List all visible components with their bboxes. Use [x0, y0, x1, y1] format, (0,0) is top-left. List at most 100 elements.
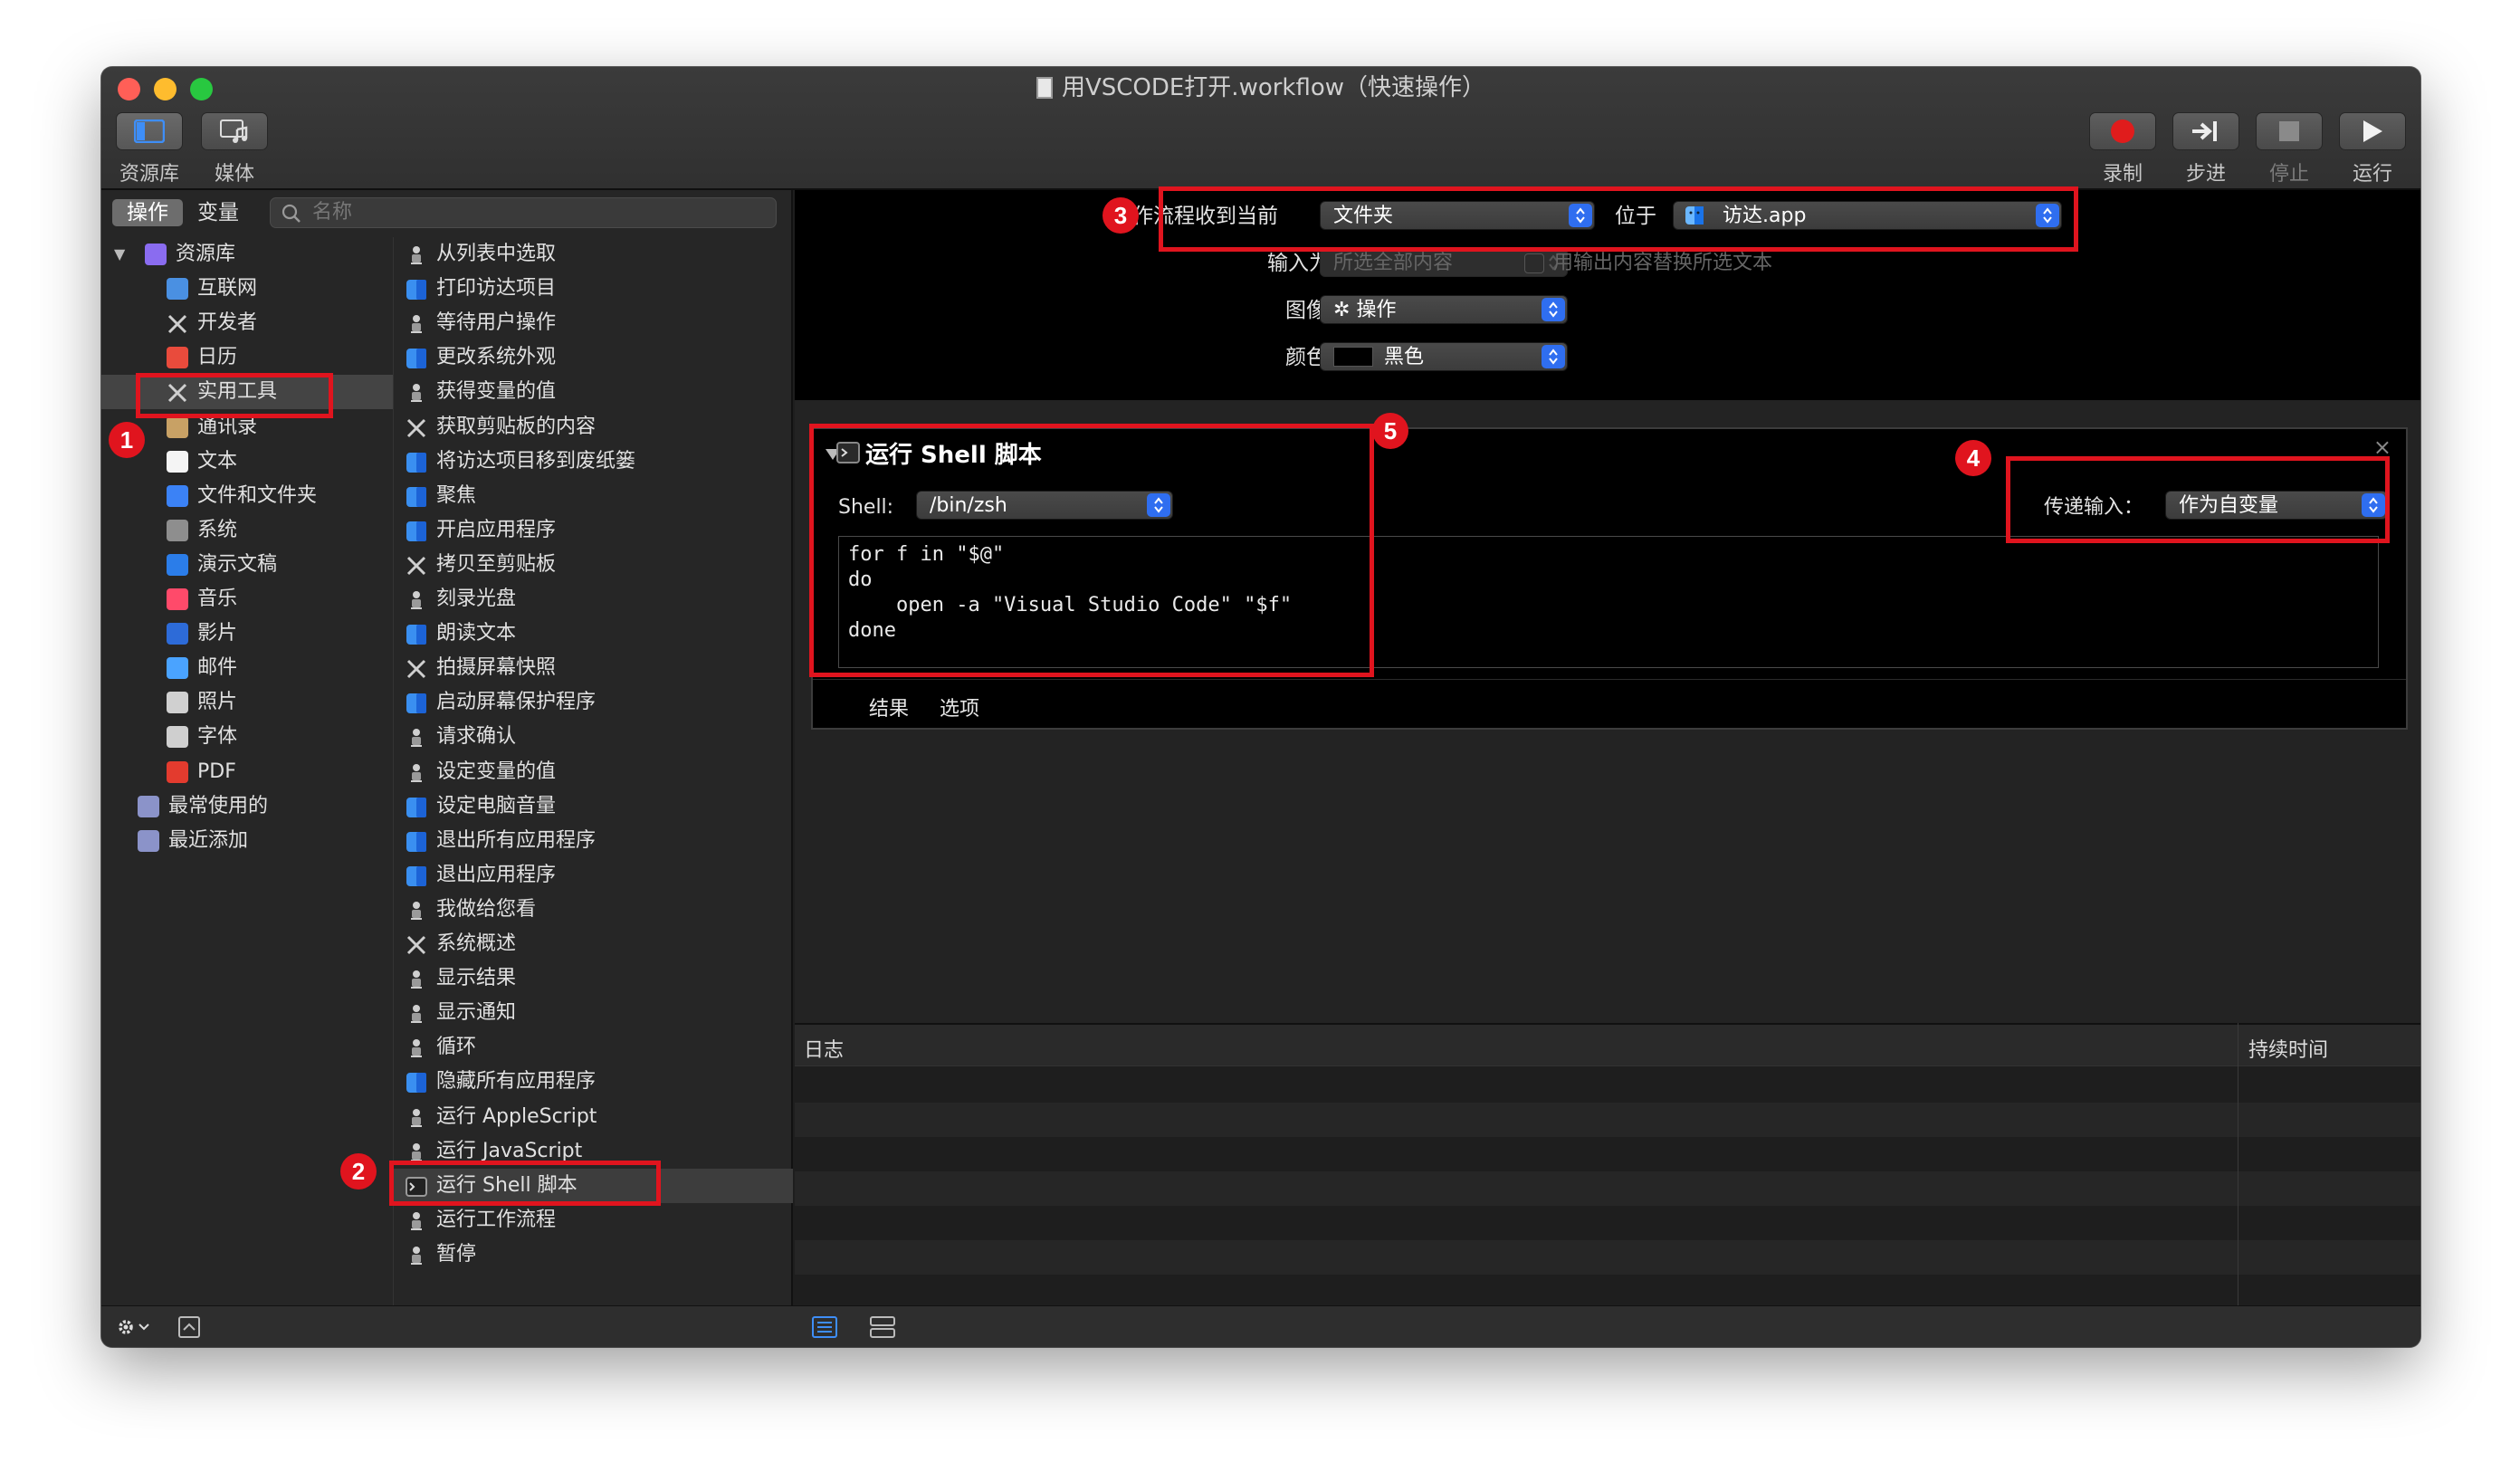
action-label: 运行工作流程 [436, 1208, 557, 1231]
action-list-item[interactable]: 从列表中选取 [393, 237, 793, 272]
action-list-item[interactable]: 聚焦 [393, 479, 793, 513]
automator-robot-icon [406, 588, 427, 610]
action-list-item[interactable]: 更改系统外观 [393, 340, 793, 375]
automator-robot-icon [406, 726, 427, 748]
action-list-item[interactable]: 暂停 [393, 1237, 793, 1272]
record-button[interactable]: 录制 [2089, 112, 2156, 186]
sidebar-item-mail[interactable]: 邮件 [101, 651, 393, 685]
action-list-item[interactable]: 拷贝至剪贴板 [393, 548, 793, 582]
sidebar-item-movies[interactable]: 影片 [101, 616, 393, 651]
results-tab[interactable]: 结果 [869, 693, 909, 721]
flow-view-icon[interactable] [869, 1315, 896, 1339]
image-popup[interactable]: ✲ 操作 [1320, 295, 1568, 324]
action-list-item[interactable]: 显示结果 [393, 961, 793, 996]
sidebar-item-music[interactable]: 音乐 [101, 582, 393, 616]
action-list-item[interactable]: 朗读文本 [393, 616, 793, 651]
action-label: 等待用户操作 [436, 311, 557, 335]
action-list-item[interactable]: 显示通知 [393, 996, 793, 1030]
action-list-item[interactable]: 设定变量的值 [393, 755, 793, 789]
sidebar-item-library[interactable]: ▼ 资源库 [101, 237, 393, 272]
action-list-item[interactable]: 请求确认 [393, 720, 793, 754]
action-label: 拍摄屏幕快照 [436, 656, 557, 680]
log-column-header[interactable]: 日志 [804, 1034, 844, 1063]
color-swatch [1333, 347, 1373, 367]
run-button[interactable]: 运行 [2339, 112, 2406, 186]
action-label: 暂停 [436, 1242, 477, 1266]
action-list-item[interactable]: 退出应用程序 [393, 858, 793, 893]
sidebar-item-pdf[interactable]: PDF [101, 755, 393, 789]
sidebar-item-label: 音乐 [197, 588, 238, 610]
action-list-item[interactable]: 等待用户操作 [393, 306, 793, 340]
action-list-item[interactable]: 循环 [393, 1030, 793, 1065]
action-list-item[interactable]: 我做给您看 [393, 893, 793, 927]
description-toggle-icon[interactable] [177, 1315, 201, 1339]
automator-robot-icon [406, 1141, 427, 1162]
app-icon [406, 865, 427, 886]
action-list-item[interactable]: 系统概述 [393, 927, 793, 961]
action-list-item[interactable]: 获得变量的值 [393, 375, 793, 409]
files-and-folders-icon [167, 484, 188, 507]
sidebar-item-photos[interactable]: 照片 [101, 685, 393, 720]
action-list-item[interactable]: 隐藏所有应用程序 [393, 1065, 793, 1099]
sidebar-item-fonts[interactable]: 字体 [101, 720, 393, 754]
options-tab[interactable]: 选项 [940, 693, 979, 721]
media-toolbar-button[interactable]: 媒体 [201, 112, 268, 186]
action-list-item[interactable]: 运行 AppleScript [393, 1100, 793, 1134]
action-list-item[interactable]: 刻录光盘 [393, 582, 793, 616]
sidebar-item-files-and-folders[interactable]: 文件和文件夹 [101, 479, 393, 513]
app-icon [406, 451, 427, 473]
annotation-badge-5: 5 [1372, 413, 1408, 449]
sidebar-item-label: 最常使用的 [168, 794, 269, 817]
action-list-item[interactable]: 设定电脑音量 [393, 789, 793, 824]
sidebar-item-label: 文件和文件夹 [197, 483, 318, 507]
action-list-item[interactable]: 拍摄屏幕快照 [393, 651, 793, 685]
sidebar-item-text[interactable]: 文本 [101, 444, 393, 479]
sidebar-item-presentations[interactable]: 演示文稿 [101, 548, 393, 582]
sidebar-item-developer[interactable]: 开发者 [101, 306, 393, 340]
automator-window: 用VSCODE打开.workflow（快速操作） 资源库 媒体 录制 步进 停止 [101, 67, 2420, 1347]
action-label: 更改系统外观 [436, 346, 557, 369]
duration-column-header[interactable]: 持续时间 [2248, 1034, 2328, 1063]
sidebar-item-system[interactable]: 系统 [101, 513, 393, 548]
action-list-item[interactable]: 运行工作流程 [393, 1203, 793, 1237]
list-view-icon[interactable] [811, 1315, 838, 1339]
stop-button[interactable]: 停止 [2256, 112, 2323, 186]
actions-segment[interactable]: 操作 [112, 199, 183, 226]
sidebar-item-internet[interactable]: 互联网 [101, 272, 393, 306]
action-list-item[interactable]: 将访达项目移到废纸篓 [393, 444, 793, 479]
sidebar-item-label: 字体 [197, 725, 238, 749]
color-popup[interactable]: 黑色 [1320, 342, 1568, 371]
sidebar-item-calendar[interactable]: 日历 [101, 340, 393, 375]
sidebar-item-recently-added[interactable]: 最近添加 [101, 824, 393, 858]
step-button[interactable]: 步进 [2172, 112, 2239, 186]
action-list-item[interactable]: 启动屏幕保护程序 [393, 685, 793, 720]
annotation-box-2 [389, 1161, 661, 1206]
app-icon [406, 1071, 427, 1094]
stepper-icon [1542, 298, 1565, 321]
calendar-icon [167, 347, 188, 369]
action-list-item[interactable]: 开启应用程序 [393, 513, 793, 548]
library-toolbar-button[interactable]: 资源库 [116, 112, 183, 186]
disclosure-triangle-icon[interactable]: ▼ [114, 237, 125, 272]
automator-robot-icon [406, 1244, 427, 1266]
app-icon [406, 830, 427, 852]
action-list-item[interactable]: 退出所有应用程序 [393, 824, 793, 858]
library-icon [134, 119, 165, 143]
app-icon [406, 520, 427, 541]
action-label: 显示结果 [436, 967, 517, 990]
contacts-icon [167, 416, 188, 438]
gear-icon: ✲ [1333, 299, 1357, 321]
presentations-icon [167, 553, 188, 576]
replace-selected-text-label: 用输出内容替换所选文本 [1553, 252, 1773, 274]
action-list-item[interactable]: 获取剪贴板的内容 [393, 410, 793, 444]
action-list-item[interactable]: 打印访达项目 [393, 272, 793, 306]
gear-menu-icon[interactable] [116, 1315, 156, 1339]
variables-segment[interactable]: 变量 [183, 199, 253, 226]
action-label: 我做给您看 [436, 897, 537, 921]
sidebar-item-most-used[interactable]: 最常使用的 [101, 789, 393, 824]
app-icon [406, 278, 427, 301]
search-input[interactable]: 名称 [270, 197, 777, 228]
annotation-box-3 [1159, 186, 2078, 252]
log-row [795, 1240, 2420, 1275]
action-label: 拷贝至剪贴板 [436, 552, 557, 576]
